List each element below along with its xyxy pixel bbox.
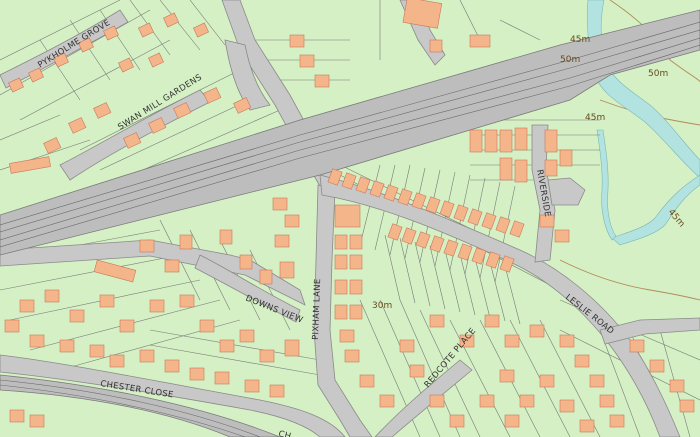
contour-label-45-top: 45m: [570, 35, 590, 45]
map-svg: 45m 50m 50m 45m 45m 30m PYKHOLME GROVE S…: [0, 0, 700, 437]
map-canvas[interactable]: 45m 50m 50m 45m 45m 30m PYKHOLME GROVE S…: [0, 0, 700, 437]
contour-label-45-mid: 45m: [585, 113, 605, 123]
contour-label-50-right: 50m: [648, 69, 668, 79]
contour-label-30: 30m: [372, 301, 392, 311]
contour-label-50-left: 50m: [560, 55, 580, 65]
